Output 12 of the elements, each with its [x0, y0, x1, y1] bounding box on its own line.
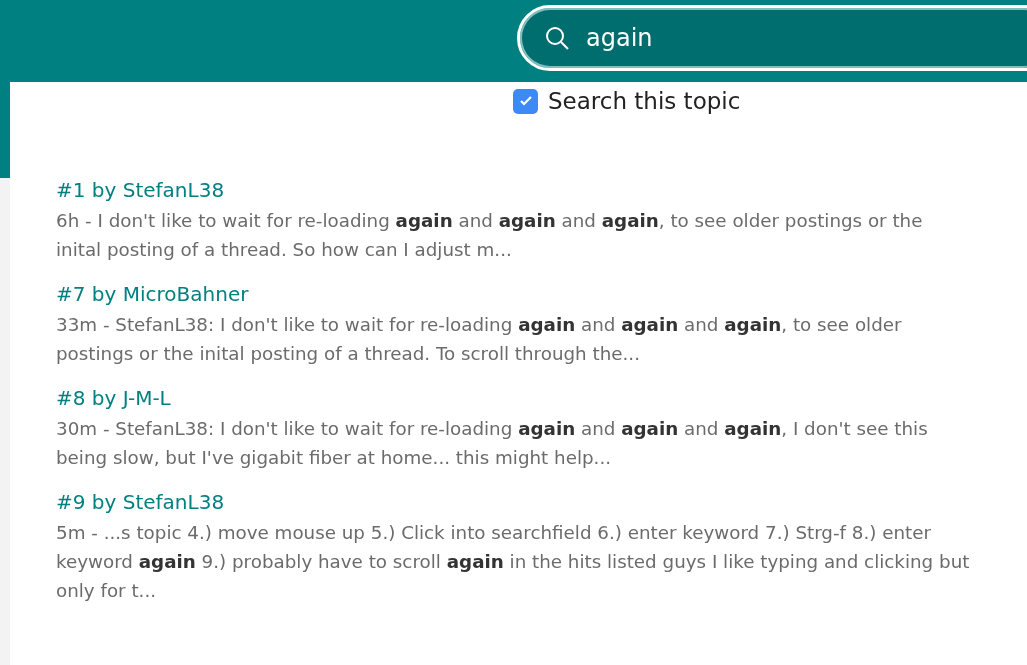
result-snippet: 5m - ...s topic 4.) move mouse up 5.) Click into searchfield 6.) enter keyword 7.) Strg-f 8.) enter keyword again 9.) probably have to scroll again in the hits listed guys I like typing and clicking but only for t...	[56, 521, 971, 603]
result-snippet: 30m - StefanL38: I don't like to wait for re-loading again and again and again, I don't see this being slow, but I've gigabit fiber at home... this might help...	[56, 417, 929, 470]
result-title-link[interactable]: #7 by MicroBahner	[56, 278, 249, 310]
search-input[interactable]: again	[584, 23, 968, 53]
result-title-link[interactable]: #8 by J-M-L	[56, 382, 171, 414]
result-snippet: 33m - StefanL38: I don't like to wait for re-loading again and again and again, to see older postings or the inital posting of a thread. To scroll through the...	[56, 313, 903, 366]
result-title-link[interactable]: #9 by StefanL38	[56, 486, 225, 518]
search-topic-checkbox[interactable]: Search this topic	[513, 88, 741, 114]
search-box[interactable]: again	[517, 5, 1027, 71]
search-icon	[544, 25, 570, 51]
result-title-link[interactable]: #1 by StefanL38	[56, 174, 225, 206]
result-snippet: 6h - I don't like to wait for re-loading again and again and again, to see older postings or the inital posting of a thread. So how can I adjust m...	[56, 209, 924, 262]
